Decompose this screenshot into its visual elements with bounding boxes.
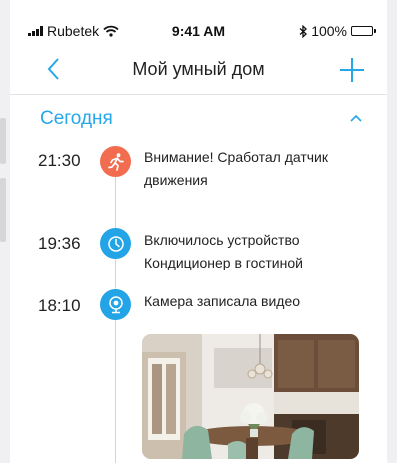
kitchen-photo-image [142,334,359,459]
plus-icon [340,58,364,82]
event-item[interactable]: 19:36 Включилось устройство Кондиционер … [10,228,387,270]
phone-side-button [0,178,6,242]
battery-percent: 100% [311,23,347,39]
event-text: Камера записала видео [144,293,301,309]
add-button[interactable] [337,55,367,85]
app-screen: Rubetek 9:41 AM 100% Мой умный дом Сегод… [10,0,387,463]
event-text: Включилось устройство Кондиционер в гост… [144,232,303,270]
running-person-icon [107,152,124,171]
page-title: Мой умный дом [132,59,265,79]
clock-icon [107,235,124,252]
event-text: Внимание! Сработал датчик движения [144,149,328,188]
kitchen-video-thumbnail[interactable] [142,334,359,459]
nav-divider [10,94,387,95]
battery-icon [351,26,376,36]
event-time: 19:36 [38,234,81,253]
device-event-badge [100,228,131,259]
status-right: 100% [299,23,376,39]
navigation-bar: Мой умный дом [10,48,387,92]
camera-icon [108,295,123,313]
status-bar: Rubetek 9:41 AM 100% [10,0,387,40]
section-header-today: Сегодня [10,104,387,136]
motion-event-badge [100,146,131,177]
phone-side-button [0,118,6,164]
bluetooth-icon [299,24,308,38]
section-title: Сегодня [40,108,113,129]
event-item[interactable]: 21:30 Внимание! Сработал датчик движения [10,146,387,202]
event-item[interactable]: 18:10 Камера записала видео [10,288,387,459]
collapse-section-button[interactable] [347,110,365,128]
chevron-up-icon [350,114,362,122]
event-time: 21:30 [38,151,81,170]
event-time: 18:10 [38,296,81,315]
camera-event-badge [100,289,131,320]
